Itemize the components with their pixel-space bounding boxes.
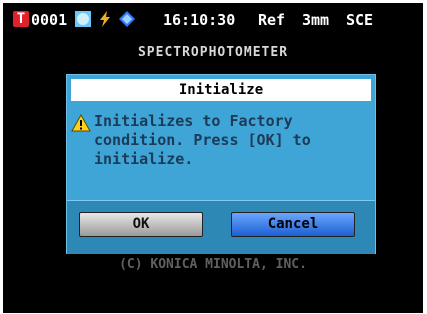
warning-icon: [71, 113, 91, 169]
ref-label: Ref: [258, 11, 286, 29]
mode-label: SCE: [346, 11, 374, 29]
target-icon: T: [13, 11, 29, 27]
sphere-icon: [74, 10, 92, 28]
button-bar: OK Cancel: [67, 200, 375, 254]
lightning-icon: [96, 10, 114, 28]
device-screen: T 0001 16:10:30 Ref 3mm SCE SPECTROPHOTO…: [3, 3, 423, 313]
target-number: 0001: [31, 11, 68, 29]
diamond-icon: [118, 10, 136, 28]
aperture-label: 3mm: [302, 11, 330, 29]
status-bar: T 0001 16:10:30 Ref 3mm SCE: [3, 3, 423, 37]
message-line-3: initialize.: [94, 150, 194, 168]
cancel-button[interactable]: Cancel: [231, 212, 355, 237]
message-line-2: condition. Press [OK] to: [94, 131, 311, 149]
copyright-text: (C) KONICA MINOLTA, INC.: [119, 257, 307, 272]
message-line-1: Initializes to Factory: [94, 112, 293, 130]
dialog-message: Initializes to Factory condition. Press …: [71, 112, 371, 169]
message-lines: Initializes to Factory condition. Press …: [94, 112, 311, 169]
status-icons: [74, 10, 136, 28]
dialog-title: Initialize: [71, 79, 371, 101]
clock: 16:10:30: [163, 11, 236, 29]
ok-button[interactable]: OK: [79, 212, 203, 237]
background-title: SPECTROPHOTOMETER: [137, 45, 289, 60]
initialize-dialog: Initialize Initializes to Factory condit…: [66, 74, 376, 254]
